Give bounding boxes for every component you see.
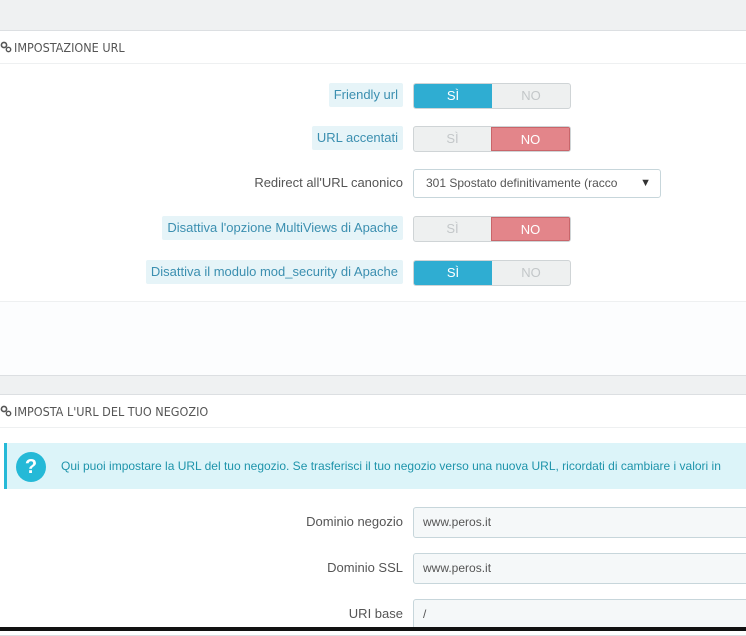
ssl-domain-input[interactable]: www.peros.it: [413, 553, 746, 584]
base-uri-input[interactable]: /: [413, 599, 746, 630]
shop-domain-label: Dominio negozio: [306, 514, 403, 529]
mod-security-label: Disattiva il modulo mod_security di Apac…: [145, 260, 403, 284]
accented-url-no[interactable]: NO: [491, 127, 570, 151]
shop-url-title: IMPOSTA L'URL DEL TUO NEGOZIO: [14, 403, 209, 419]
ssl-domain-label: Dominio SSL: [327, 560, 403, 575]
mod-security-no[interactable]: NO: [492, 261, 570, 285]
accented-url-yes[interactable]: SÌ: [414, 127, 491, 151]
accented-url-label: URL accentati: [311, 126, 403, 150]
multiviews-no[interactable]: NO: [491, 217, 570, 241]
friendly-url-switch[interactable]: SÌ NO: [413, 83, 571, 109]
caret-down-icon: ▼: [640, 177, 651, 189]
info-text: Qui puoi impostare la URL del tuo negozi…: [61, 459, 721, 473]
accented-url-switch[interactable]: SÌ NO: [413, 126, 571, 152]
canonical-redirect-label: Redirect all'URL canonico: [254, 175, 403, 190]
cogs-icon: [0, 41, 12, 53]
url-settings-header: IMPOSTAZIONE URL: [0, 31, 746, 64]
multiviews-switch[interactable]: SÌ NO: [413, 216, 571, 242]
cogs-icon: [0, 405, 12, 417]
multiviews-label: Disattiva l'opzione MultiViews di Apache: [162, 216, 403, 240]
canonical-redirect-value: 301 Spostato definitivamente (racco: [426, 176, 618, 190]
multiviews-yes[interactable]: SÌ: [414, 217, 491, 241]
url-settings-title: IMPOSTAZIONE URL: [14, 39, 125, 55]
shop-url-header: IMPOSTA L'URL DEL TUO NEGOZIO: [0, 395, 746, 428]
friendly-url-label: Friendly url: [328, 83, 403, 107]
base-uri-label: URI base: [348, 606, 403, 621]
canonical-redirect-select[interactable]: 301 Spostato definitivamente (racco ▼: [413, 169, 661, 198]
panel-footer: [0, 301, 746, 375]
friendly-url-yes[interactable]: SÌ: [414, 84, 492, 108]
friendly-url-no[interactable]: NO: [492, 84, 570, 108]
info-alert: ? Qui puoi impostare la URL del tuo nego…: [4, 443, 746, 489]
question-icon: ?: [16, 452, 46, 482]
shop-domain-input[interactable]: www.peros.it: [413, 507, 746, 538]
mod-security-yes[interactable]: SÌ: [414, 261, 492, 285]
mod-security-switch[interactable]: SÌ NO: [413, 260, 571, 286]
window-bottom-edge: [0, 627, 746, 631]
